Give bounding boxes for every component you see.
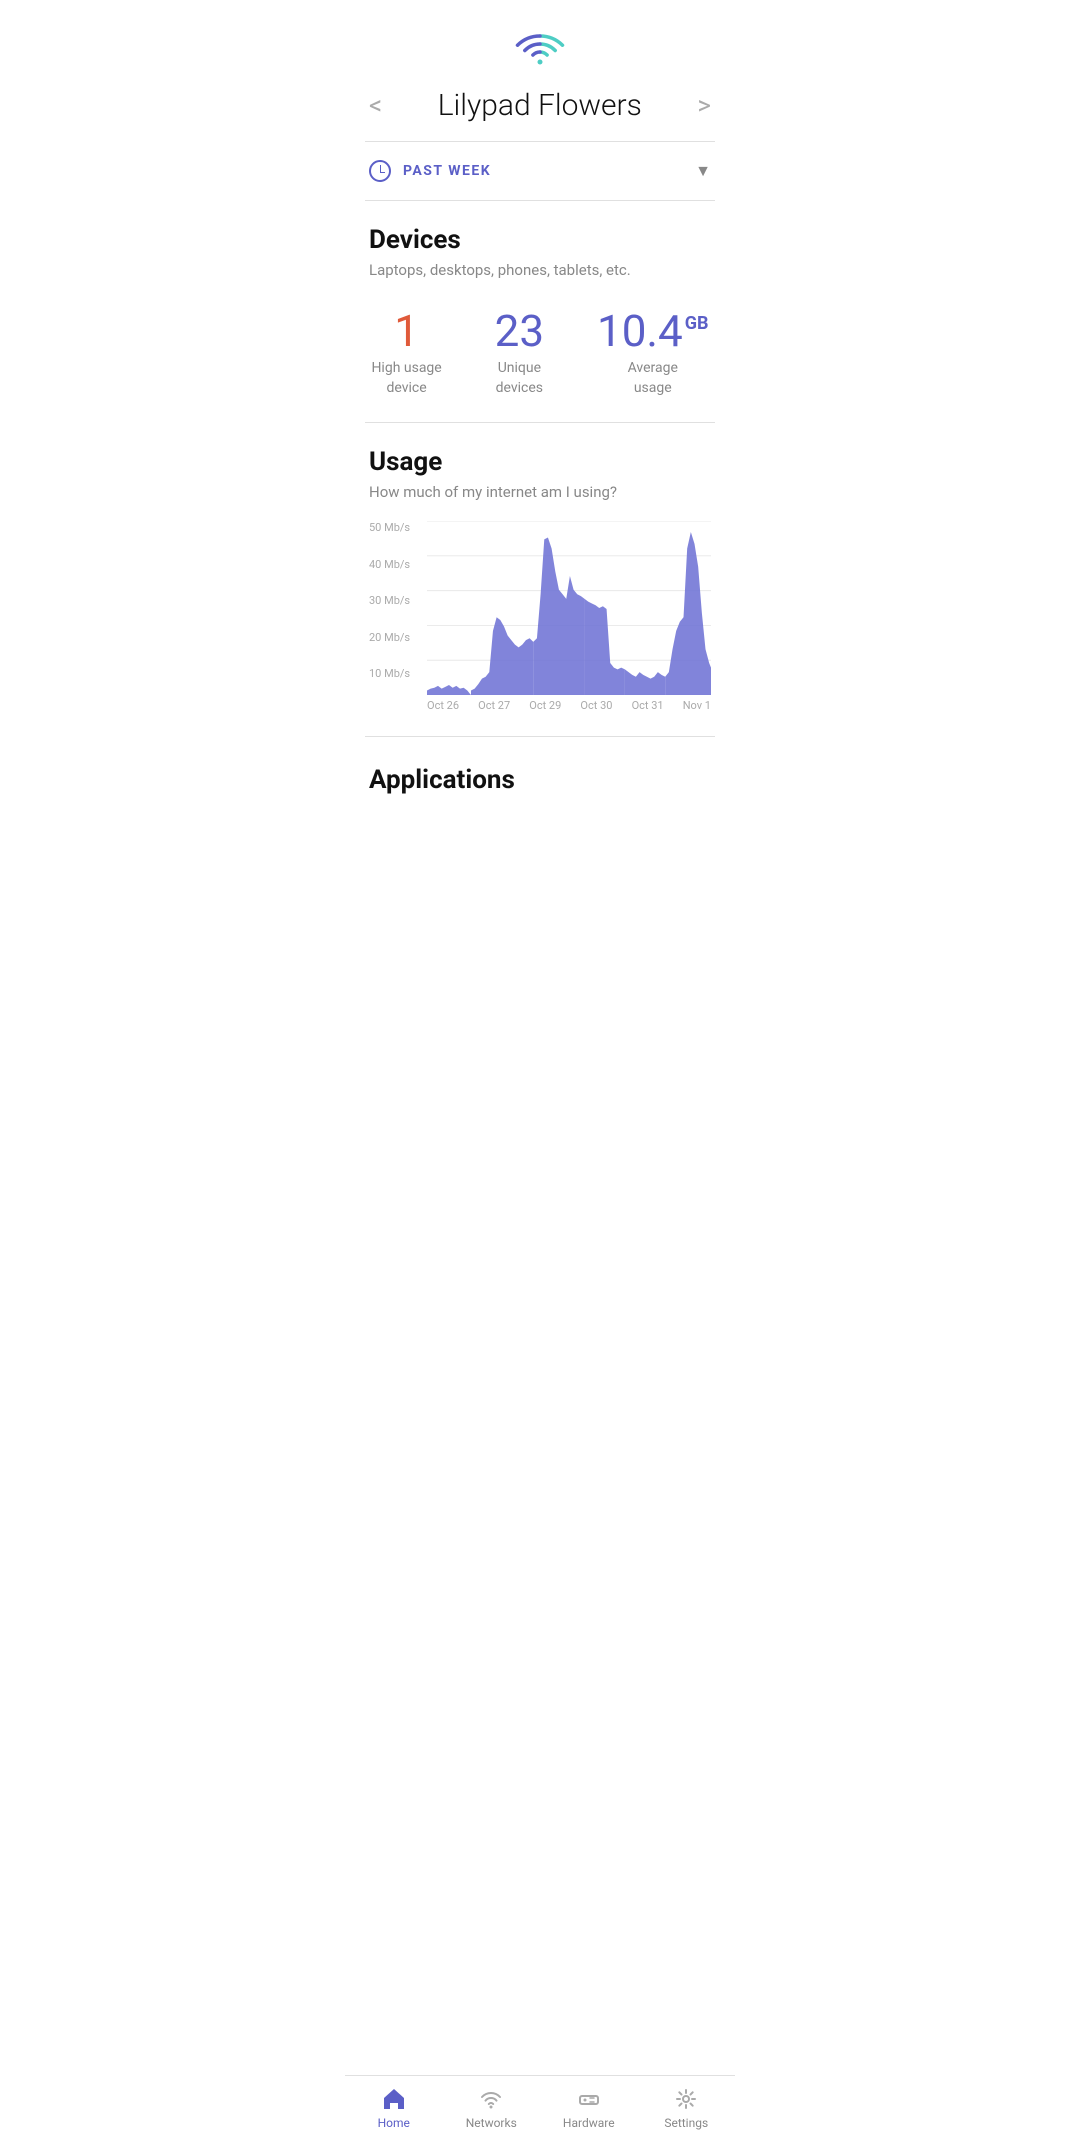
usage-chart: 50 Mb/s 40 Mb/s 30 Mb/s 20 Mb/s 10 Mb/s — [369, 521, 711, 712]
x-label-oct31: Oct 31 — [632, 699, 664, 712]
networks-icon — [478, 2086, 504, 2112]
high-usage-label: High usagedevice — [371, 359, 441, 398]
unique-devices-label: Uniquedevices — [496, 359, 543, 398]
x-label-oct29: Oct 29 — [529, 699, 561, 712]
wifi-icon — [514, 28, 566, 68]
chart-y-labels: 50 Mb/s 40 Mb/s 30 Mb/s 20 Mb/s 10 Mb/s — [369, 521, 410, 682]
time-filter-row[interactable]: PAST WEEK ▼ — [345, 142, 735, 200]
chart-svg-area — [427, 521, 711, 695]
nav-item-networks[interactable]: Networks — [456, 2086, 526, 2130]
nav-hardware-label: Hardware — [563, 2116, 615, 2130]
clock-icon — [369, 160, 391, 182]
high-usage-value: 1 — [394, 309, 419, 353]
usage-subtitle: How much of my internet am I using? — [369, 483, 711, 501]
x-label-oct26: Oct 26 — [427, 699, 459, 712]
stat-unique-devices[interactable]: 23 Uniquedevices — [495, 309, 544, 398]
header-row: < Lilypad Flowers > — [345, 78, 735, 141]
avg-usage-label: Averageusage — [628, 359, 678, 398]
nav-settings-label: Settings — [664, 2116, 708, 2130]
nav-networks-label: Networks — [466, 2116, 517, 2130]
page-title: Lilypad Flowers — [382, 88, 697, 123]
stat-average-usage[interactable]: 10.4 GB Averageusage — [597, 309, 709, 398]
nav-item-settings[interactable]: Settings — [651, 2086, 721, 2130]
devices-subtitle: Laptops, desktops, phones, tablets, etc. — [369, 261, 711, 279]
applications-title: Applications — [369, 765, 711, 795]
y-label-10: 10 Mb/s — [369, 667, 410, 680]
usage-title: Usage — [369, 447, 711, 477]
x-label-nov1: Nov 1 — [683, 699, 711, 712]
wifi-icon-wrap — [345, 0, 735, 78]
devices-section: Devices Laptops, desktops, phones, table… — [345, 201, 735, 279]
y-label-20: 20 Mb/s — [369, 631, 410, 644]
hardware-icon — [576, 2086, 602, 2112]
nav-home-label: Home — [378, 2116, 410, 2130]
usage-section: Usage How much of my internet am I using… — [345, 423, 735, 712]
next-button[interactable]: > — [697, 91, 711, 121]
prev-button[interactable]: < — [369, 91, 382, 121]
chart-x-labels: Oct 26 Oct 27 Oct 29 Oct 30 Oct 31 Nov 1 — [427, 699, 711, 712]
y-label-30: 30 Mb/s — [369, 594, 410, 607]
stats-row: 1 High usagedevice 23 Uniquedevices 10.4… — [345, 299, 735, 422]
y-label-40: 40 Mb/s — [369, 558, 410, 571]
nav-item-hardware[interactable]: Hardware — [554, 2086, 624, 2130]
devices-title: Devices — [369, 225, 711, 255]
nav-item-home[interactable]: Home — [359, 2086, 429, 2130]
time-filter-label: PAST WEEK — [403, 163, 683, 179]
unique-devices-value: 23 — [495, 309, 544, 353]
avg-usage-unit: GB — [685, 313, 709, 334]
bottom-nav: Home Networks Hardware Settings — [345, 2075, 735, 2146]
y-label-50: 50 Mb/s — [369, 521, 410, 534]
settings-icon — [673, 2086, 699, 2112]
x-label-oct27: Oct 27 — [478, 699, 510, 712]
x-label-oct30: Oct 30 — [580, 699, 612, 712]
home-icon — [381, 2086, 407, 2112]
chart-svg — [427, 521, 711, 695]
stat-high-usage[interactable]: 1 High usagedevice — [371, 309, 441, 398]
time-filter-dropdown-icon: ▼ — [695, 161, 711, 181]
applications-section: Applications — [345, 737, 735, 901]
avg-usage-value: 10.4 — [597, 309, 683, 353]
